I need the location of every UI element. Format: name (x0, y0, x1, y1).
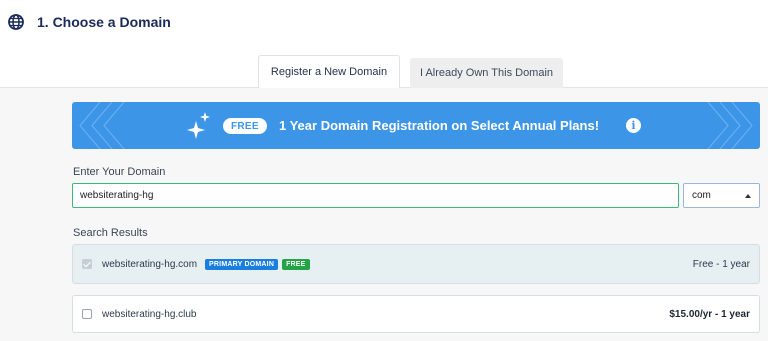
tld-select[interactable]: com (683, 183, 760, 208)
result-price: $15.00/yr - 1 year (669, 308, 750, 320)
result-checkbox[interactable] (82, 309, 92, 319)
primary-domain-badge: PRIMARY DOMAIN (205, 258, 279, 270)
page-title: 1. Choose a Domain (37, 14, 171, 30)
domain-input-label: Enter Your Domain (73, 166, 166, 178)
result-row[interactable]: websiterating-hg.com PRIMARY DOMAIN FREE… (72, 244, 760, 284)
tab-bar: Register a New Domain I Already Own This… (0, 55, 768, 89)
search-results-label: Search Results (73, 227, 148, 239)
free-badge: FREE (282, 258, 310, 270)
globe-icon (8, 14, 24, 30)
domain-input[interactable] (72, 183, 679, 208)
result-row[interactable]: websiterating-hg.club $15.00/yr - 1 year (72, 295, 760, 333)
result-domain: websiterating-hg.club (102, 308, 197, 320)
tab-register-new-domain[interactable]: Register a New Domain (258, 55, 400, 89)
section-header: 1. Choose a Domain (8, 14, 171, 30)
tab-already-own-domain[interactable]: I Already Own This Domain (410, 58, 563, 88)
result-price: Free - 1 year (692, 258, 750, 270)
promo-text: 1 Year Domain Registration on Select Ann… (279, 118, 600, 133)
banner-chevron-decoration (79, 102, 125, 149)
result-domain: websiterating-hg.com (102, 258, 198, 270)
tab-content: FREE 1 Year Domain Registration on Selec… (0, 88, 768, 341)
tld-value: com (692, 190, 711, 201)
result-checkbox[interactable] (82, 259, 92, 269)
info-icon[interactable]: i (626, 118, 641, 133)
banner-chevron-decoration (707, 102, 753, 149)
caret-up-icon (745, 193, 751, 198)
domain-step-page: 1. Choose a Domain Register a New Domain… (0, 0, 768, 341)
promo-banner: FREE 1 Year Domain Registration on Selec… (72, 102, 760, 149)
free-badge: FREE (223, 118, 267, 134)
sparkle-icon (187, 112, 210, 139)
